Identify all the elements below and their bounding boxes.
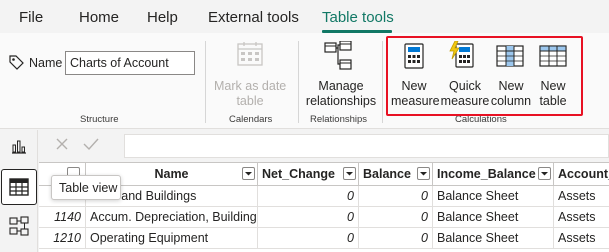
cell-income-balance[interactable]: Balance Sheet — [433, 207, 554, 228]
calendar-icon — [237, 41, 263, 72]
cell-balance[interactable]: 0 — [359, 228, 433, 249]
group-label-calendars: Calendars — [229, 114, 273, 125]
cell-account[interactable]: Assets — [554, 186, 609, 207]
tab-external-tools[interactable]: External tools — [208, 9, 299, 26]
group-divider — [382, 41, 383, 123]
tab-help[interactable]: Help — [147, 9, 178, 26]
ribbon-tab-bar: File Home Help External tools Table tool… — [0, 0, 609, 33]
tag-icon — [8, 54, 25, 76]
cell-code[interactable]: 1140 — [39, 207, 86, 228]
cell-income-balance[interactable]: Balance Sheet — [433, 228, 554, 249]
header-account-label: Account_ — [558, 167, 609, 181]
table-view-icon — [9, 178, 29, 201]
mark-as-date-label-1: Mark as date — [214, 79, 287, 93]
manage-relationships-button[interactable]: Manage relationships — [303, 79, 379, 109]
filter-dropdown-name[interactable] — [242, 167, 255, 180]
cancel-formula-icon[interactable] — [55, 137, 69, 156]
filter-dropdown-net-change[interactable] — [343, 167, 356, 180]
cell-net-change[interactable]: 0 — [258, 186, 359, 207]
manage-relationships-icon — [324, 40, 352, 76]
header-net-change-label: Net_Change — [262, 167, 335, 181]
formula-input[interactable] — [124, 134, 609, 158]
cell-net-change[interactable]: 0 — [258, 207, 359, 228]
cell-name[interactable]: Operating Equipment — [86, 228, 258, 249]
filter-dropdown-balance[interactable] — [417, 167, 430, 180]
filter-dropdown-income-balance[interactable] — [538, 167, 551, 180]
tab-file[interactable]: File — [19, 9, 43, 26]
cell-balance[interactable]: 0 — [359, 186, 433, 207]
table-view-tooltip: Table view — [51, 175, 121, 200]
model-view-icon[interactable] — [9, 216, 29, 241]
name-label: Name — [29, 56, 63, 70]
header-name-label: Name — [154, 167, 189, 181]
header-balance-label: Balance — [363, 167, 411, 181]
cell-balance[interactable]: 0 — [359, 207, 433, 228]
calculations-highlight-box — [386, 36, 583, 116]
group-label-structure: Structure — [80, 114, 119, 125]
mark-as-date-table-button[interactable]: Mark as date table — [214, 79, 286, 109]
mark-as-date-label-2: table — [236, 94, 264, 108]
cell-net-change[interactable]: 0 — [258, 228, 359, 249]
table-name-input[interactable] — [65, 51, 195, 75]
header-account[interactable]: Account_ — [554, 163, 609, 186]
tab-home[interactable]: Home — [79, 9, 119, 26]
cell-account[interactable]: Assets — [554, 228, 609, 249]
group-divider — [205, 41, 206, 123]
group-divider — [298, 41, 299, 123]
header-income-balance[interactable]: Income_Balance — [433, 163, 554, 186]
group-label-relationships: Relationships — [310, 114, 368, 125]
header-income-balance-label: Income_Balance — [437, 167, 536, 181]
manage-label-2: relationships — [305, 94, 377, 108]
commit-formula-icon[interactable] — [83, 137, 99, 156]
tab-table-tools[interactable]: Table tools — [322, 9, 394, 26]
cell-code[interactable]: 1210 — [39, 228, 86, 249]
manage-label-1: Manage — [318, 79, 364, 93]
cell-name[interactable]: Accum. Depreciation, Buildings — [86, 207, 258, 228]
report-view-icon[interactable] — [10, 138, 28, 159]
cell-income-balance[interactable]: Balance Sheet — [433, 186, 554, 207]
cell-account[interactable]: Assets — [554, 207, 609, 228]
